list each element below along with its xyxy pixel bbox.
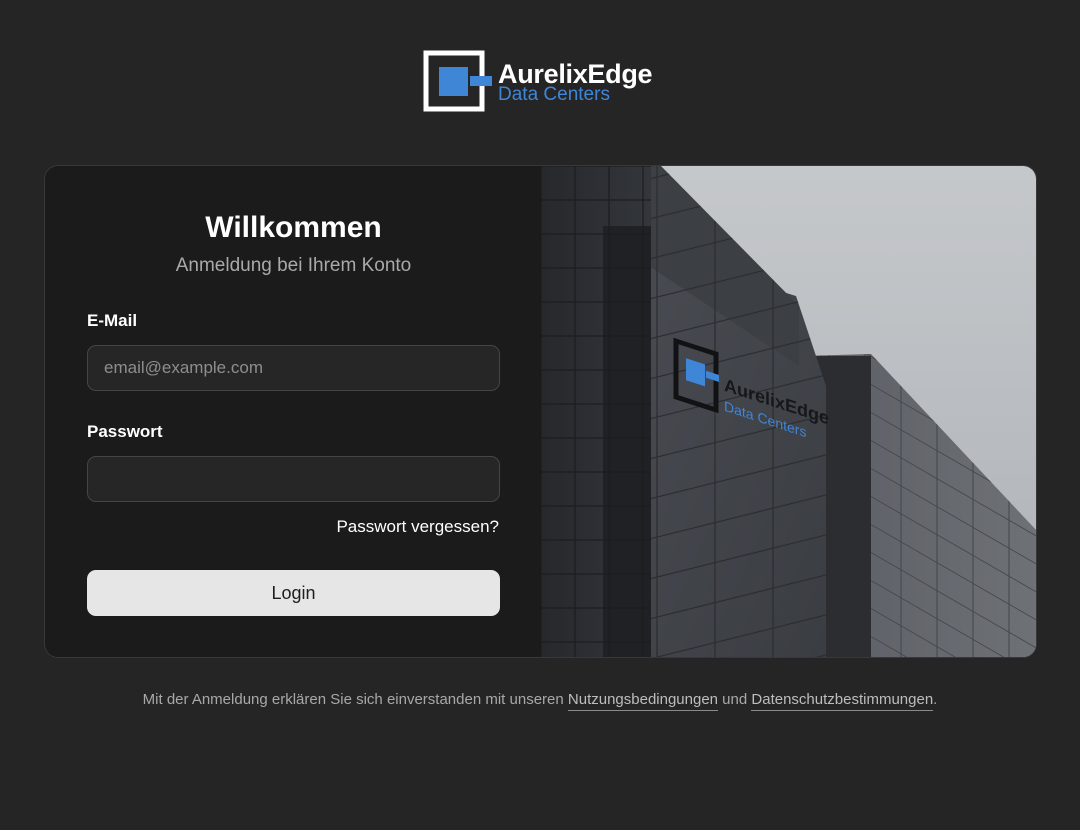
terms-link[interactable]: Nutzungsbedingungen [567, 691, 719, 711]
login-card: Willkommen Anmeldung bei Ihrem Konto E-M… [44, 165, 1037, 658]
login-page: AurelixEdge Data Centers Willkommen Anme… [0, 0, 1080, 830]
brand-logo: AurelixEdge Data Centers [423, 50, 653, 112]
footer-text-after: . [933, 691, 938, 708]
footer-text-before: Mit der Anmeldung erklären Sie sich einv… [142, 691, 568, 708]
logo-wordmark: AurelixEdge Data Centers [498, 59, 653, 105]
page-title: Willkommen [205, 211, 382, 244]
forgot-password-link[interactable]: Passwort vergessen? [336, 517, 499, 537]
page-subtitle: Anmeldung bei Ihrem Konto [175, 255, 412, 276]
privacy-link[interactable]: Datenschutzbestimmungen [751, 691, 934, 711]
login-form: Willkommen Anmeldung bei Ihrem Konto E-M… [45, 166, 541, 657]
login-button[interactable]: Login [87, 570, 500, 616]
hero-image: AurelixEdge Data Centers [541, 166, 1036, 657]
terms-footer: Mit der Anmeldung erklären Sie sich einv… [0, 691, 1080, 711]
email-input[interactable] [87, 345, 500, 391]
email-label: E-Mail [87, 311, 138, 330]
logo-square-icon [423, 50, 492, 112]
password-label: Passwort [87, 422, 163, 441]
password-input[interactable] [87, 456, 500, 502]
data-center-building-photo: AurelixEdge Data Centers [541, 166, 1036, 657]
footer-text-middle: und [718, 691, 752, 708]
